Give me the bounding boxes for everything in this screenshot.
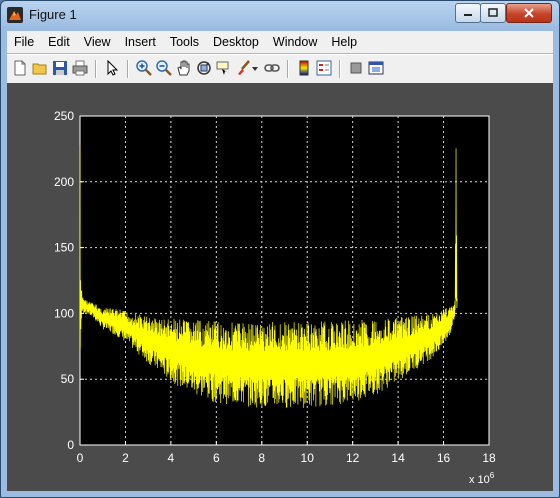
x-exponent-power: 6 — [490, 471, 495, 480]
y-tick-label: 150 — [54, 241, 74, 255]
x-tick-label: 6 — [213, 451, 220, 465]
x-tick-label: 14 — [391, 451, 405, 465]
link-plot-icon[interactable] — [263, 59, 281, 77]
minimize-icon — [464, 14, 472, 16]
open-file-icon[interactable] — [31, 59, 49, 77]
x-tick-label: 12 — [346, 451, 360, 465]
plot-svg: 0 2 4 6 8 10 12 14 16 18050100150200250 x 106 — [54, 109, 496, 486]
x-tick-label: 0 — [77, 451, 84, 465]
new-figure-icon[interactable] — [11, 59, 29, 77]
x-tick-label: 16 — [437, 451, 451, 465]
matlab-logo-icon — [7, 7, 23, 23]
menu-edit[interactable]: Edit — [41, 35, 77, 49]
insert-legend-icon[interactable] — [315, 59, 333, 77]
toolbar-separator — [127, 60, 129, 78]
zoom-in-icon[interactable] — [135, 59, 153, 77]
menu-help[interactable]: Help — [324, 35, 364, 49]
y-tick-label: 100 — [54, 306, 74, 320]
close-icon — [524, 8, 534, 18]
figure-window: Figure 1 File Edit View Insert Tools Des… — [0, 0, 560, 498]
y-tick-label: 250 — [54, 109, 74, 123]
hide-plot-tools-icon[interactable] — [347, 59, 365, 77]
print-icon[interactable] — [71, 59, 89, 77]
minimize-button[interactable] — [455, 3, 481, 23]
save-icon[interactable] — [51, 59, 69, 77]
x-tick-label: 2 — [122, 451, 129, 465]
rotate-3d-icon[interactable] — [195, 59, 213, 77]
y-tick-label: 50 — [61, 372, 75, 386]
axes-background[interactable] — [79, 115, 490, 446]
figure-canvas: 0 2 4 6 8 10 12 14 16 18 0 50 100 150 200 250 x 106 — [7, 83, 553, 491]
toolbar-separator — [95, 60, 97, 78]
x-tick-label: 18 — [482, 451, 496, 465]
window-title: Figure 1 — [29, 7, 77, 22]
x-tick-label: 8 — [258, 451, 265, 465]
toolbar-separator — [287, 60, 289, 78]
edit-plot-arrow-icon[interactable] — [103, 59, 121, 77]
maximize-button[interactable] — [480, 3, 506, 23]
menu-insert[interactable]: Insert — [118, 35, 163, 49]
x-exponent-base: x 10 — [469, 474, 490, 486]
menu-tools[interactable]: Tools — [163, 35, 206, 49]
x-tick-label: 4 — [168, 451, 175, 465]
menu-window[interactable]: Window — [266, 35, 324, 49]
menu-desktop[interactable]: Desktop — [206, 35, 266, 49]
show-plot-tools-icon[interactable] — [367, 59, 385, 77]
close-button[interactable] — [506, 3, 552, 23]
y-tick-label: 0 — [67, 438, 74, 452]
pan-icon[interactable] — [175, 59, 193, 77]
menu-view[interactable]: View — [77, 35, 118, 49]
data-cursor-icon[interactable] — [215, 59, 233, 77]
x-exponent-label: x 106 — [469, 471, 495, 486]
brush-dropdown-icon[interactable] — [251, 59, 259, 77]
insert-colorbar-icon[interactable] — [295, 59, 313, 77]
y-tick-label: 200 — [54, 175, 74, 189]
menu-bar: File Edit View Insert Tools Desktop Wind… — [7, 31, 553, 53]
menu-file[interactable]: File — [7, 35, 41, 49]
maximize-icon — [488, 8, 498, 17]
x-tick-label: 10 — [301, 451, 315, 465]
figure-toolbar — [7, 54, 553, 84]
zoom-out-icon[interactable] — [155, 59, 173, 77]
toolbar-separator — [339, 60, 341, 78]
title-bar[interactable]: Figure 1 — [1, 1, 559, 29]
